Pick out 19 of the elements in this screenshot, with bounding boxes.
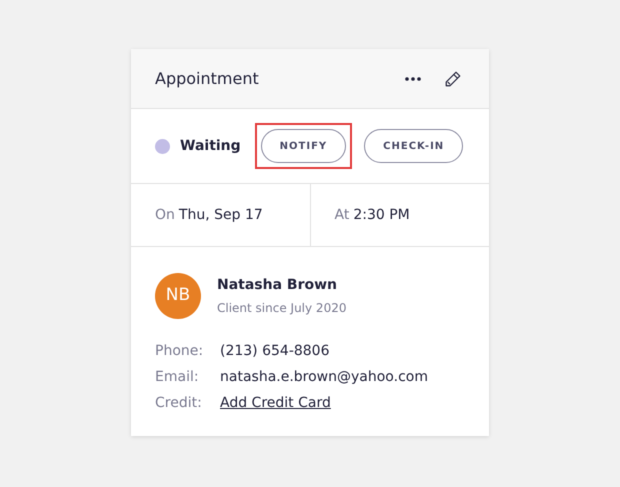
detail-label: Email: <box>155 368 200 387</box>
action-button[interactable]: NOTIFY <box>260 129 346 163</box>
add-card-link[interactable]: Add Credit Card <box>220 393 331 414</box>
schedule-prefix: At <box>334 206 350 224</box>
detail-label: Credit: <box>155 394 203 413</box>
detail-label: Phone: <box>155 342 204 361</box>
detail-value: (213) 654-8806 <box>220 342 330 361</box>
card-title: Appointment <box>155 68 260 90</box>
status-label: Waiting <box>180 136 241 156</box>
action-button[interactable]: CHECK-IN <box>364 129 464 163</box>
pencil-icon <box>444 70 462 88</box>
schedule-prefix: On <box>155 206 175 224</box>
schedule-value: Thu, Sep 17 <box>178 206 263 224</box>
client-since: Client since July 2020 <box>217 300 346 317</box>
client-name: Natasha Brown <box>217 276 338 295</box>
avatar: NB <box>155 273 201 319</box>
more-icon <box>405 76 421 80</box>
schedule-value: 2:30 PM <box>353 206 410 224</box>
detail-value: natasha.e.brown@yahoo.com <box>220 368 428 387</box>
